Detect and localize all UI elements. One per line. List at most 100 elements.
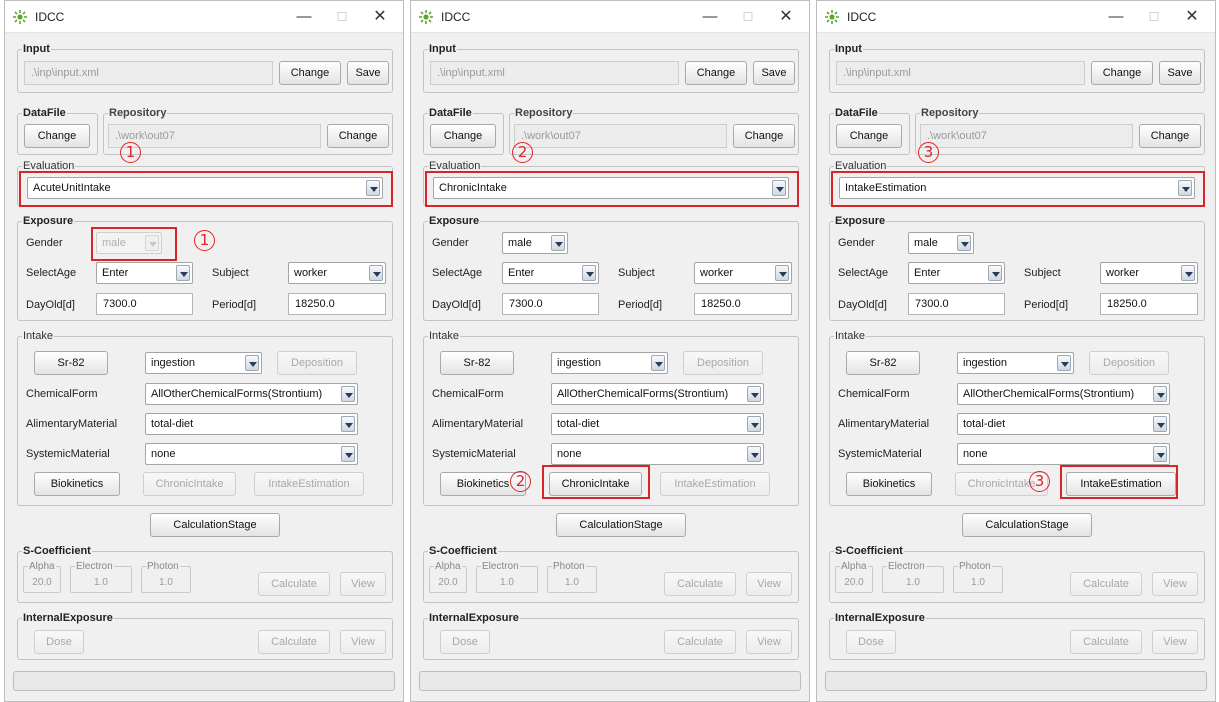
chevron-down-icon — [775, 265, 789, 281]
calculation-stage-button[interactable]: CalculationStage — [962, 513, 1092, 537]
intake-estimation-button[interactable]: IntakeEstimation — [1066, 472, 1176, 496]
period-input[interactable]: 18250.0 — [694, 293, 792, 315]
s-coefficient-group: S-Coefficient Alpha 20.0 Electron 1.0 Ph… — [423, 544, 799, 603]
repository-path-field: .\work\out07 — [920, 124, 1133, 148]
subject-label: Subject — [1024, 267, 1061, 279]
selectage-select[interactable]: Enter — [502, 262, 599, 284]
datafile-group-label: DataFile — [834, 106, 879, 120]
electron-value: 1.0 — [500, 577, 514, 588]
subject-value: worker — [1106, 267, 1140, 279]
syst-select[interactable]: none — [145, 443, 358, 465]
dayold-input[interactable]: 7300.0 — [908, 293, 1005, 315]
intake-group: Intake Sr-82 ingestion Deposition Chemic… — [829, 329, 1205, 506]
alim-select[interactable]: total-diet — [957, 413, 1170, 435]
alim-value: total-diet — [963, 418, 1006, 430]
subject-select[interactable]: worker — [694, 262, 792, 284]
input-save-button[interactable]: Save — [347, 61, 389, 85]
evaluation-select[interactable]: AcuteUnitIntake — [27, 177, 383, 199]
biokinetics-button[interactable]: Biokinetics — [846, 472, 932, 496]
chemform-select[interactable]: AllOtherChemicalForms(Strontium) — [145, 383, 358, 405]
alpha-value: 20.0 — [32, 577, 52, 588]
calculation-stage-button[interactable]: CalculationStage — [556, 513, 686, 537]
chemform-value: AllOtherChemicalForms(Strontium) — [151, 388, 323, 400]
window-title: IDCC — [847, 10, 877, 24]
internal-exposure-group: InternalExposure Dose Calculate View — [829, 611, 1205, 660]
route-select[interactable]: ingestion — [957, 352, 1074, 374]
s-coefficient-group: S-Coefficient Alpha 20.0 Electron 1.0 Ph… — [17, 544, 393, 603]
calculation-stage-button[interactable]: CalculationStage — [150, 513, 280, 537]
input-change-button[interactable]: Change — [279, 61, 341, 85]
period-label: Period[d] — [212, 299, 257, 311]
nuclide-button[interactable]: Sr-82 — [846, 351, 920, 375]
period-input[interactable]: 18250.0 — [288, 293, 386, 315]
dayold-input[interactable]: 7300.0 — [502, 293, 599, 315]
electron-value: 1.0 — [906, 577, 920, 588]
alim-select[interactable]: total-diet — [551, 413, 764, 435]
route-value: ingestion — [963, 357, 1008, 369]
deposition-button: Deposition — [277, 351, 357, 375]
datafile-change-button[interactable]: Change — [836, 124, 902, 148]
maximize-button[interactable]: ☐ — [327, 5, 357, 29]
subject-select[interactable]: worker — [1100, 262, 1198, 284]
input-change-button[interactable]: Change — [1091, 61, 1153, 85]
minimize-button[interactable]: — — [289, 5, 319, 29]
chemform-select[interactable]: AllOtherChemicalForms(Strontium) — [551, 383, 764, 405]
exposure-group: Exposure Gender male SelectAge Enter Sub… — [829, 214, 1205, 321]
nuclide-button[interactable]: Sr-82 — [34, 351, 108, 375]
datafile-change-button[interactable]: Change — [430, 124, 496, 148]
step-marker: 3 — [1029, 471, 1050, 492]
intake-group-label: Intake — [22, 329, 54, 343]
input-save-button[interactable]: Save — [753, 61, 795, 85]
syst-select[interactable]: none — [957, 443, 1170, 465]
intake-group-label: Intake — [428, 329, 460, 343]
selectage-select[interactable]: Enter — [96, 262, 193, 284]
nuclide-button[interactable]: Sr-82 — [440, 351, 514, 375]
subject-select[interactable]: worker — [288, 262, 386, 284]
maximize-button[interactable]: ☐ — [733, 5, 763, 29]
gender-select[interactable]: male — [502, 232, 568, 254]
repository-change-button[interactable]: Change — [733, 124, 795, 148]
evaluation-select[interactable]: IntakeEstimation — [839, 177, 1195, 199]
alim-value: total-diet — [151, 418, 194, 430]
chemform-value: AllOtherChemicalForms(Strontium) — [963, 388, 1135, 400]
close-button[interactable]: ✕ — [771, 5, 801, 29]
route-select[interactable]: ingestion — [145, 352, 262, 374]
evaluation-select[interactable]: ChronicIntake — [433, 177, 789, 199]
gender-label: Gender — [432, 237, 469, 249]
repository-group: Repository .\work\out07 Change — [915, 106, 1205, 155]
internal-calculate-button: Calculate — [1070, 630, 1142, 654]
dayold-label: DayOld[d] — [432, 299, 481, 311]
selectage-select[interactable]: Enter — [908, 262, 1005, 284]
input-change-button[interactable]: Change — [685, 61, 747, 85]
repository-change-button[interactable]: Change — [327, 124, 389, 148]
biokinetics-button[interactable]: Biokinetics — [34, 472, 120, 496]
route-select[interactable]: ingestion — [551, 352, 668, 374]
exposure-group-label: Exposure — [834, 214, 887, 228]
datafile-group-label: DataFile — [22, 106, 67, 120]
alpha-value: 20.0 — [844, 577, 864, 588]
repository-change-button[interactable]: Change — [1139, 124, 1201, 148]
period-input[interactable]: 18250.0 — [1100, 293, 1198, 315]
repository-group-label: Repository — [108, 106, 168, 120]
close-button[interactable]: ✕ — [1177, 5, 1207, 29]
intake-group: Intake Sr-82 ingestion Deposition Chemic… — [423, 329, 799, 506]
maximize-button[interactable]: ☐ — [1139, 5, 1169, 29]
photon-box: Photon 1.0 — [547, 560, 597, 593]
dayold-input[interactable]: 7300.0 — [96, 293, 193, 315]
chronic-intake-button[interactable]: ChronicIntake — [549, 472, 642, 496]
close-button[interactable]: ✕ — [365, 5, 395, 29]
minimize-button[interactable]: — — [695, 5, 725, 29]
syst-select[interactable]: none — [551, 443, 764, 465]
datafile-change-button[interactable]: Change — [24, 124, 90, 148]
period-label: Period[d] — [1024, 299, 1069, 311]
input-save-button[interactable]: Save — [1159, 61, 1201, 85]
alim-select[interactable]: total-diet — [145, 413, 358, 435]
internal-view-button: View — [340, 630, 386, 654]
alim-label: AlimentaryMaterial — [26, 418, 118, 430]
alpha-box: Alpha 20.0 — [429, 560, 467, 593]
chevron-down-icon — [341, 386, 355, 402]
chemform-select[interactable]: AllOtherChemicalForms(Strontium) — [957, 383, 1170, 405]
title-bar: IDCC — ☐ ✕ — [817, 1, 1215, 33]
gender-select[interactable]: male — [908, 232, 974, 254]
minimize-button[interactable]: — — [1101, 5, 1131, 29]
